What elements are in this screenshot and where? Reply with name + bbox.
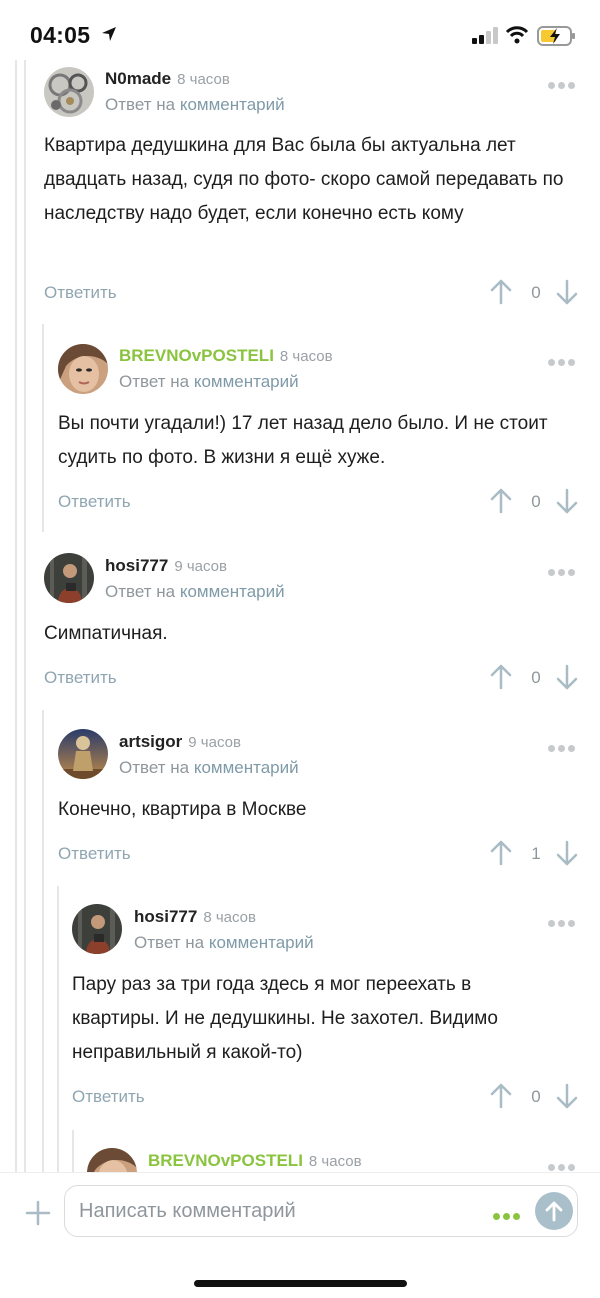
reply-button[interactable]: Ответить [44, 283, 117, 303]
avatar[interactable] [58, 729, 108, 779]
upvote-arrow-icon[interactable] [490, 664, 512, 690]
comment-time: 8 часов [177, 71, 230, 88]
comment-author[interactable]: BREVNOvPOSTELI 8 часов [119, 346, 333, 366]
vote-widget: 0 [490, 664, 580, 694]
comment-text: Квартира дедушкина для Вас была бы актуа… [44, 135, 564, 224]
comment-text: Конечно, квартира в Москве [58, 799, 307, 820]
downvote-arrow-icon[interactable] [556, 488, 578, 514]
arrow-up-icon [545, 1201, 563, 1222]
upvote-arrow-icon[interactable] [490, 1083, 512, 1109]
more-options-icon[interactable] [548, 1158, 582, 1171]
send-button[interactable] [535, 1192, 573, 1230]
downvote-arrow-icon[interactable] [556, 1083, 578, 1109]
upvote-arrow-icon[interactable] [490, 840, 512, 866]
wifi-icon [505, 25, 529, 50]
thread-line [57, 886, 59, 1172]
upvote-arrow-icon[interactable] [490, 279, 512, 305]
downvote-arrow-icon[interactable] [556, 664, 578, 690]
comment-time: 8 часов [308, 1153, 362, 1170]
comment-composer-bar: Написать комментарий [0, 1172, 600, 1298]
vote-widget: 0 [490, 279, 580, 309]
comment-author[interactable]: BREVNOvPOSTELI 8 часов [148, 1151, 362, 1171]
comment-text: Пару раз за три года здесь я мог перееха… [72, 974, 498, 1063]
comment-text: Вы почти угадали!) 17 лет назад дело был… [58, 413, 548, 468]
location-arrow-icon [100, 25, 118, 48]
comment-time: 9 часов [174, 558, 227, 575]
reply-to-label: Ответ на комментарий [119, 372, 299, 391]
reply-button[interactable]: Ответить [72, 1087, 145, 1107]
thread-line [42, 710, 44, 1172]
downvote-arrow-icon[interactable] [556, 279, 578, 305]
more-options-icon[interactable] [548, 76, 582, 89]
vote-widget: 0 [490, 1083, 580, 1113]
battery-charging-icon [537, 25, 577, 52]
reply-to-link[interactable]: комментарий [180, 582, 285, 601]
avatar[interactable] [44, 67, 94, 117]
vote-count: 0 [531, 492, 541, 511]
more-options-icon[interactable] [548, 563, 582, 576]
reply-to-link[interactable]: комментарий [194, 372, 299, 391]
comment-text: Симпатичная. [44, 623, 168, 644]
reply-button[interactable]: Ответить [44, 668, 117, 688]
vote-count: 0 [531, 283, 541, 302]
vote-count: 0 [531, 1087, 541, 1106]
comment-feed[interactable]: N0made 8 часов Ответ на комментарий Кварт… [0, 60, 600, 1172]
avatar[interactable] [44, 553, 94, 603]
comment-author[interactable]: artsigor 9 часов [119, 732, 241, 752]
status-time: 04:05 [30, 22, 91, 48]
vote-count: 1 [531, 844, 541, 863]
reply-button[interactable]: Ответить [58, 844, 131, 864]
avatar[interactable] [58, 344, 108, 394]
reply-to-link[interactable]: комментарий [209, 933, 314, 952]
avatar[interactable] [72, 904, 122, 954]
comment-author[interactable]: N0made 8 часов [105, 69, 230, 89]
cellular-signal-icon [472, 27, 500, 50]
home-indicator[interactable] [194, 1280, 407, 1287]
downvote-arrow-icon[interactable] [556, 840, 578, 866]
comment-time: 9 часов [188, 734, 241, 751]
reply-to-label: Ответ на комментарий [105, 95, 285, 114]
comment-author[interactable]: hosi777 9 часов [105, 556, 227, 576]
comment-input-placeholder: Написать комментарий [79, 1200, 296, 1222]
more-options-icon[interactable] [548, 739, 582, 752]
reply-button[interactable]: Ответить [58, 492, 131, 512]
reply-to-label: Ответ на комментарий [119, 758, 299, 777]
more-options-icon[interactable] [493, 1207, 523, 1225]
comment-time: 8 часов [203, 909, 256, 926]
upvote-arrow-icon[interactable] [490, 488, 512, 514]
vote-widget: 1 [490, 840, 580, 870]
comment-time: 8 часов [279, 348, 333, 365]
avatar[interactable] [87, 1148, 137, 1172]
add-attachment-icon[interactable] [24, 1199, 52, 1227]
thread-line [72, 1130, 74, 1172]
vote-count: 0 [531, 668, 541, 687]
vote-widget: 0 [490, 488, 580, 518]
more-options-icon[interactable] [548, 914, 582, 927]
reply-to-label: Ответ на комментарий [105, 582, 285, 601]
reply-to-link[interactable]: комментарий [194, 758, 299, 777]
comment-input[interactable]: Написать комментарий [64, 1185, 578, 1237]
reply-to-link[interactable]: комментарий [180, 95, 285, 114]
more-options-icon[interactable] [548, 353, 582, 366]
comment-author[interactable]: hosi777 8 часов [134, 907, 256, 927]
thread-line [24, 60, 26, 1172]
thread-line [15, 60, 17, 1172]
reply-to-label: Ответ на комментарий [134, 933, 314, 952]
thread-line [42, 324, 44, 532]
